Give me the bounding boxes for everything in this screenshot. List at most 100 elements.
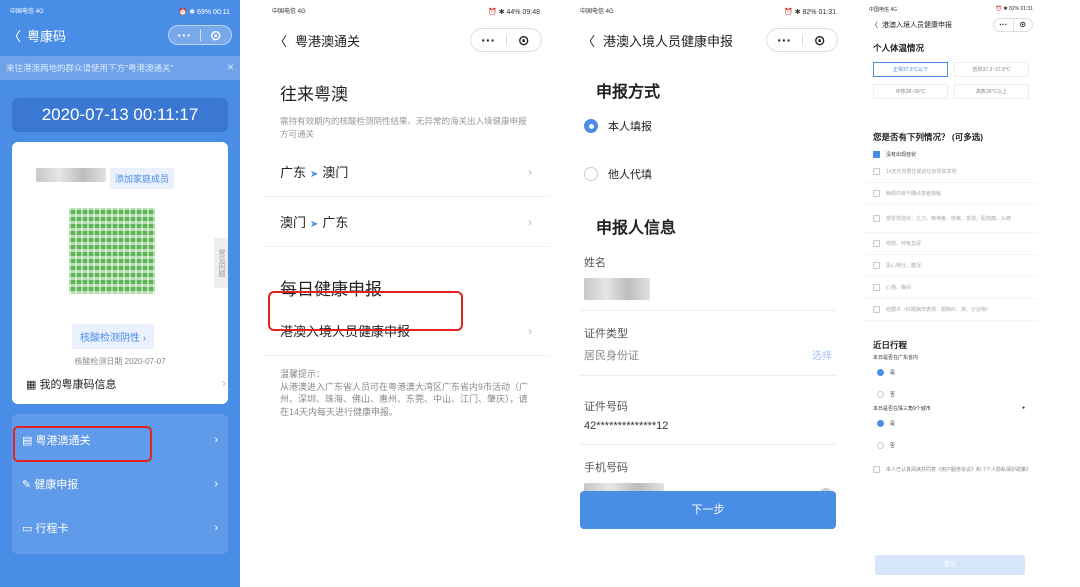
back-icon[interactable]: 〈 [871,20,878,30]
route-mo-to-gd[interactable]: 澳门 ➤ 广东 › [262,197,550,247]
add-family-button[interactable]: 添加家庭成员 [110,168,175,189]
nav-bar: 〈 港澳入境人员健康申报 ··· ⊙ [865,18,1037,32]
question-label: 本日是否在珠三角9个城市 [873,406,931,412]
checkbox-icon [873,465,880,473]
yuekangma-screen: 中国电信 4G ⏰ ✱ 69% 00:11 〈 粤康码 ··· ⊙ 来往港澳两地… [0,0,240,587]
section-heading: 申报方式 [596,84,661,101]
page-title: 粤康码 [27,28,67,44]
radio-label: 是 [890,369,896,376]
back-icon[interactable]: 〈 [274,31,287,50]
radio-unchecked-icon [877,441,884,449]
checkbox-icon [873,306,880,313]
miniapp-capsule: ··· ⊙ [766,28,838,52]
close-target-icon[interactable]: ⊙ [507,29,542,51]
close-target-icon[interactable]: ⊙ [803,29,838,51]
edit-icon: ✎ [22,479,32,491]
arrow-right-icon: ➤ [310,169,319,180]
submit-button[interactable]: 提交 [875,555,1025,575]
route-to: 澳门 [322,165,349,180]
close-target-icon[interactable]: ⊙ [201,26,232,44]
idtype-select[interactable]: 居民身份证 选择 [570,347,846,363]
checkbox-icon [873,190,880,197]
idno-value[interactable]: 42**************12 [570,420,846,432]
symptom-label: 恶心呕吐、腹泻 [886,263,922,269]
back-icon[interactable]: 〈 [582,31,595,50]
radio-unchecked-icon [877,390,884,398]
qr-code [69,208,155,294]
agreement-label: 本人已认真阅读并同意《用户服务协议》和《个人隐私保护政策》 [886,466,1032,473]
next-button[interactable]: 下一步 [580,491,836,529]
status-right: ⏰ ✱ 82% 01:31 [995,6,1033,12]
status-right: ⏰ ✱ 82% 01:31 [784,9,836,16]
radio-no[interactable]: 否 [865,434,1037,456]
symptom-checkbox[interactable]: 14天内曾居住或前往疫情高发地 [865,161,1037,183]
symptom-checkbox[interactable]: 喘憋、呼吸急促 [865,233,1037,255]
menu-item-health-declare[interactable]: ✎ 健康申报 › [12,462,228,506]
route-gd-to-mo[interactable]: 广东 ➤ 澳门 › [262,147,550,197]
radio-yes[interactable]: 是 [865,361,1037,383]
close-target-icon[interactable]: ⊙ [1014,19,1033,31]
card-icon: ▭ [22,523,33,535]
radio-unchecked-icon [584,167,598,181]
symptom-checkbox[interactable]: 没有出现症状 [865,147,1037,161]
my-info-label: 我的粤康码信息 [39,379,117,391]
page-title: 粤港澳通关 [295,33,361,49]
notice-text: 来往港澳两地的群众请使用下方"粤港澳通关" [6,63,174,73]
checkbox-icon [873,215,880,222]
radio-self[interactable]: 本人填报 [570,118,846,134]
temp-option[interactable]: 高热39°C以上 [954,84,1029,99]
radio-other[interactable]: 他人代填 [570,166,846,182]
more-icon[interactable]: ··· [471,29,506,51]
symptom-label: 结膜炎（红眼病样表现：眼睛红、痒、分泌物） [886,307,992,313]
idtype-value: 居民身份证 [584,350,639,362]
symptom-checkbox[interactable]: 结膜炎（红眼病样表现：眼睛红、痒、分泌物） [865,299,1037,321]
symptom-checkbox[interactable]: 感冒样症状：乏力、精神差、咳嗽、发烧、肌肉痛、头痛 [865,205,1037,233]
status-bar: 中国电信 4G ⏰ ✱ 82% 01:31 [865,0,1037,18]
qr-small-icon: ▦ [26,379,40,391]
my-info-row[interactable]: ▦ 我的粤康码信息 › [26,376,226,392]
section-heading: 申报人信息 [596,220,677,237]
temp-option[interactable]: 正常37.3°C以下 [873,62,948,77]
masked-name-field[interactable] [584,278,650,300]
temp-option[interactable]: 中热38~39°C [873,84,948,99]
symptom-checkbox[interactable]: 心慌、胸闷 [865,277,1037,299]
more-icon[interactable]: ··· [767,29,802,51]
chevron-right-icon: › [222,376,226,390]
symptom-label: 两周内有与确诊患者接触 [886,191,942,197]
radio-yes[interactable]: 是 [865,412,1037,434]
faq-tab[interactable]: 常见问题 [214,238,228,288]
radio-label: 是 [890,420,896,427]
checkbox-icon [873,168,880,175]
section-heading: 个人体温情况 [873,43,925,53]
section-heading: 往来粤澳 [280,85,348,104]
radio-no[interactable]: 否 [865,383,1037,405]
temp-option[interactable]: 低热37.3~37.9°C [954,62,1029,77]
nat-date: 核酸检测日期 2020-07-07 [74,357,166,366]
close-icon[interactable]: ✕ [227,62,234,74]
symptom-checkbox[interactable]: 两周内有与确诊患者接触 [865,183,1037,205]
miniapp-capsule: ··· ⊙ [470,28,542,52]
radio-label: 否 [890,442,896,449]
radio-label: 否 [890,391,896,398]
radio-checked-icon [877,419,884,427]
back-icon[interactable]: 〈 [8,26,21,45]
carrier-label: 中国电信 4G [869,6,898,13]
miniapp-capsule: ··· ⊙ [168,25,232,45]
menu-item-trip-card[interactable]: ▭ 行程卡 › [12,506,228,550]
symptom-label: 14天内曾居住或前往疫情高发地 [886,169,957,175]
temp-options: 正常37.3°C以下 低热37.3~37.9°C 中热38~39°C 高热39°… [865,62,1037,99]
route-from: 澳门 [280,215,307,230]
symptom-checkbox[interactable]: 恶心呕吐、腹泻 [865,255,1037,277]
question-label: 本日是否在广东省内 [873,355,919,361]
section-desc: 需持有效期内的核酸检测阴性结果、无异常的海关出入境健康申报方可通关 [280,116,527,139]
highlight-box [268,291,463,331]
more-icon[interactable]: ··· [169,26,200,44]
choose-link[interactable]: 选择 [812,347,832,363]
symptom-label: 喘憋、呼吸急促 [886,241,922,247]
info-icon[interactable]: ● [1022,405,1025,412]
agreement-checkbox[interactable]: 本人已认真阅读并同意《用户服务协议》和《个人隐私保护政策》 [865,460,1037,478]
menu-item-label: 健康申报 [34,479,79,491]
more-icon[interactable]: ··· [994,19,1013,31]
nat-negative-button[interactable]: 核酸检测阴性 › [72,324,155,349]
carrier-label: 中国电信 4G [272,8,306,15]
